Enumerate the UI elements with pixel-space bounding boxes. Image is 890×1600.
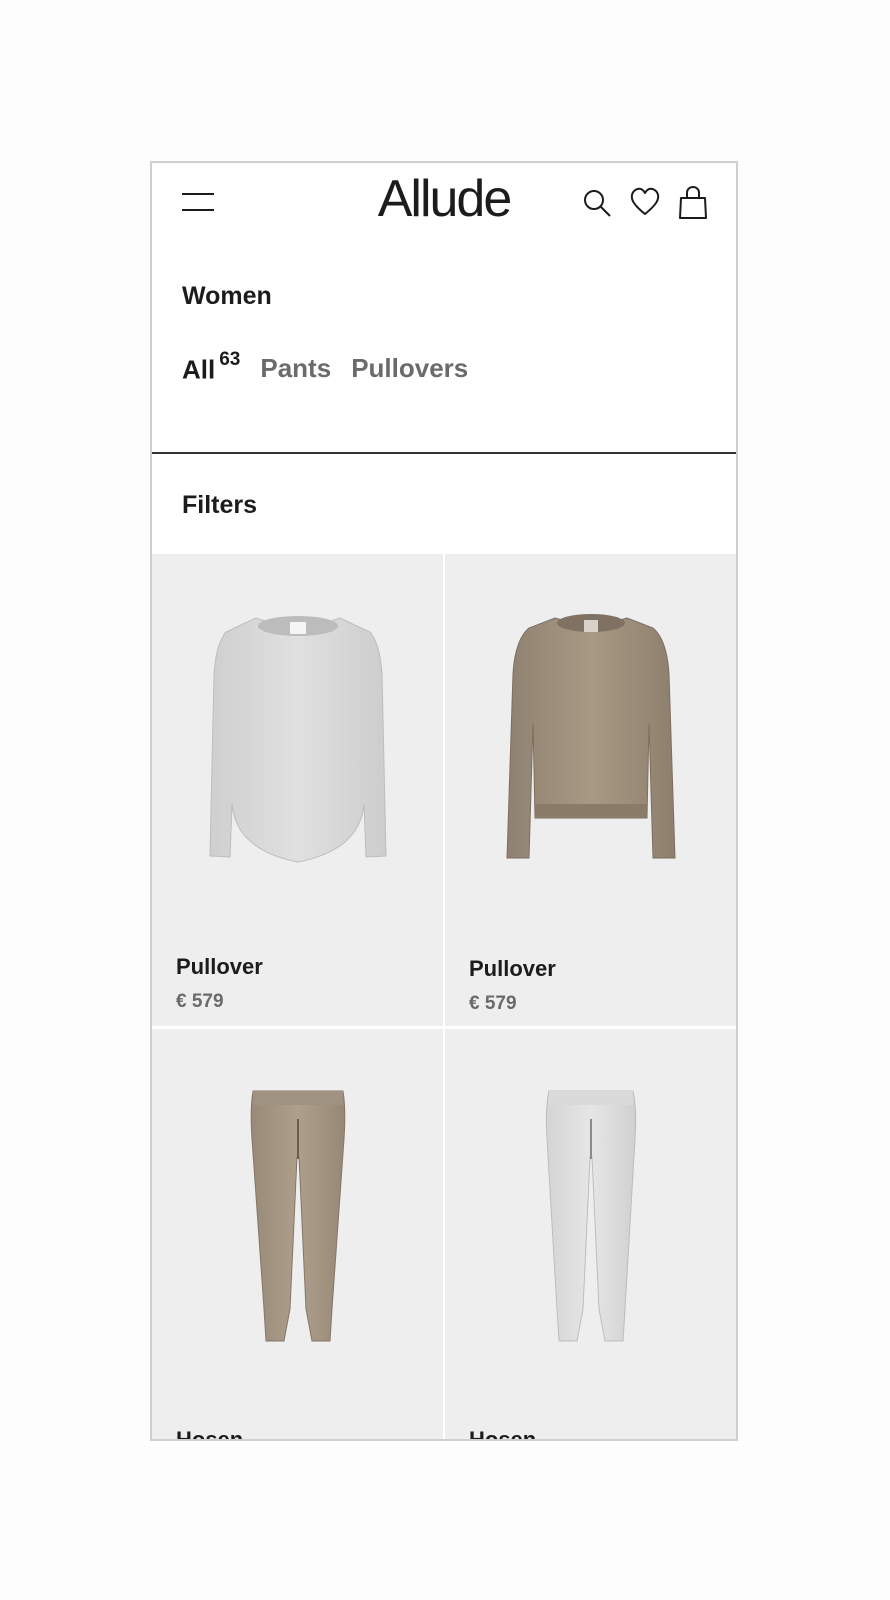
tab-pullovers[interactable]: Pullovers (351, 353, 468, 384)
heart-icon[interactable] (630, 185, 660, 219)
product-name: Hosen (469, 1427, 537, 1441)
product-price: € 579 (469, 993, 517, 1014)
product-card[interactable]: Hosen (445, 1029, 736, 1441)
tab-all-label: All (182, 354, 216, 385)
product-card[interactable]: Pullover € 579 (152, 554, 445, 1029)
product-grid: Pullover € 579 Pullover € 579 Hosen Hose… (152, 554, 736, 1441)
product-image-light-pants (445, 1079, 736, 1369)
tab-all-count: 63 (219, 349, 241, 370)
product-card[interactable]: Hosen (152, 1029, 445, 1441)
product-image-light-pullover (152, 604, 443, 894)
product-image-beige-pants (152, 1079, 443, 1369)
product-price: € 579 (176, 991, 224, 1012)
header-actions (582, 185, 708, 219)
category-title: Women (182, 282, 272, 310)
category-tabs: All 63 Pants Pullovers (182, 349, 468, 386)
product-name: Pullover (176, 954, 263, 979)
product-image-beige-pullover (445, 604, 736, 894)
product-name: Pullover (469, 956, 556, 981)
shopping-bag-icon[interactable] (678, 185, 708, 219)
site-header: Allude (152, 163, 736, 245)
filters-button[interactable]: Filters (182, 491, 257, 520)
search-icon[interactable] (582, 185, 612, 219)
tab-all[interactable]: All 63 (182, 349, 240, 386)
mobile-frame: Allude Women All 63 Pants Pullovers Filte… (150, 161, 738, 1441)
tab-pants[interactable]: Pants (260, 353, 331, 384)
product-card[interactable]: Pullover € 579 (445, 554, 736, 1029)
product-name: Hosen (176, 1427, 244, 1441)
section-divider (152, 452, 736, 454)
